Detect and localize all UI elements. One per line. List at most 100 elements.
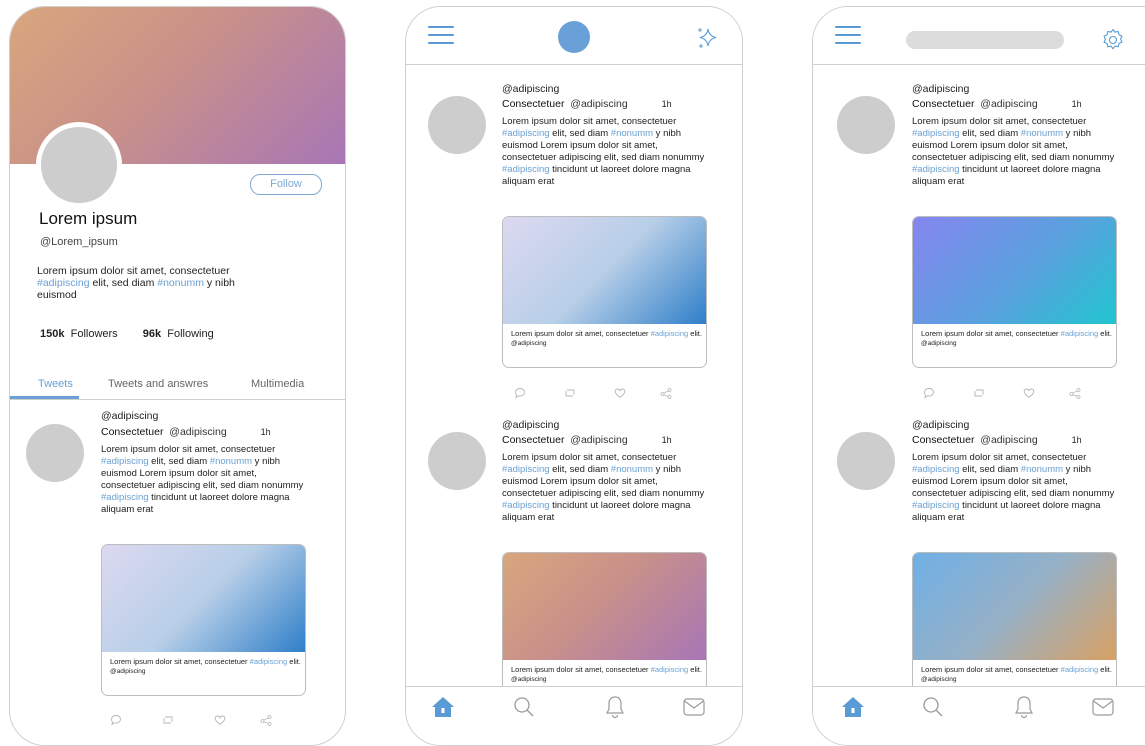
home-icon[interactable] [841, 695, 865, 724]
tweet-meta: Consectetuer @adipiscing 1h [502, 434, 672, 446]
search-icon[interactable] [921, 695, 945, 724]
search-icon[interactable] [512, 695, 536, 724]
tweet-avatar[interactable] [428, 432, 486, 490]
tweet-body: Lorem ipsum dolor sit amet, consectetuer… [912, 452, 1124, 524]
tweet-avatar[interactable] [837, 432, 895, 490]
tweet-body: Lorem ipsum dolor sit amet, consectetuer… [502, 452, 714, 524]
hashtag-link[interactable]: #adipiscing [912, 164, 960, 175]
tweet-media-card[interactable]: Lorem ipsum dolor sit amet, consectetuer… [101, 544, 306, 696]
tweet-top-handle: @adipiscing [101, 410, 159, 422]
tweet-text: Lorem ipsum dolor sit amet, consectetuer [912, 452, 1087, 463]
tweet-media-card[interactable]: Lorem ipsum dolor sit amet, consectetuer… [502, 216, 707, 368]
sparkle-icon[interactable] [694, 25, 720, 56]
followers-stat[interactable]: 150k Followers [40, 328, 118, 340]
hashtag-link[interactable]: #adipiscing [651, 665, 689, 674]
tweet-author-name[interactable]: Consectetuer [912, 434, 974, 446]
share-icon[interactable] [260, 713, 272, 731]
tweet-avatar[interactable] [428, 96, 486, 154]
hashtag-link[interactable]: #nonumm [157, 277, 204, 289]
bell-icon[interactable] [1012, 695, 1036, 724]
tweet-media-card[interactable]: Lorem ipsum dolor sit amet, consectetuer… [502, 552, 707, 704]
mail-icon[interactable] [682, 695, 706, 724]
tweet-text: Lorem ipsum dolor sit amet, consectetuer [101, 444, 276, 455]
tweet-text: elit, sed diam [549, 128, 611, 139]
like-icon[interactable] [614, 386, 626, 404]
tweet-time: 1h [260, 427, 271, 437]
tweet-time: 1h [1071, 99, 1082, 109]
share-icon[interactable] [1069, 386, 1081, 404]
tab-multimedia[interactable]: Multimedia [251, 378, 304, 390]
tweet-avatar[interactable] [837, 96, 895, 154]
tweet-text: Lorem ipsum dolor sit amet, consectetuer [502, 452, 677, 463]
reply-icon[interactable] [514, 386, 526, 404]
profile-stats: 150k Followers 96k Following [40, 328, 236, 340]
timeline-screen: @adipiscing Consectetuer @adipiscing 1h L… [405, 6, 743, 746]
hashtag-link[interactable]: #adipiscing [250, 657, 288, 666]
hashtag-link[interactable]: #nonumm [210, 456, 252, 467]
hashtag-link[interactable]: #adipiscing [37, 277, 90, 289]
retweet-icon[interactable] [973, 386, 985, 404]
hashtag-link[interactable]: #adipiscing [502, 464, 550, 475]
tweet-actions [514, 386, 684, 400]
mail-icon[interactable] [1091, 695, 1115, 724]
tweet-avatar[interactable] [26, 424, 84, 482]
hashtag-link[interactable]: #adipiscing [502, 128, 550, 139]
like-icon[interactable] [1023, 386, 1035, 404]
follow-button[interactable]: Follow [250, 174, 322, 195]
app-logo[interactable] [558, 21, 590, 53]
gear-icon[interactable] [1100, 27, 1126, 58]
reply-icon[interactable] [923, 386, 935, 404]
tweet-author-handle[interactable]: @adipiscing [980, 434, 1037, 446]
timeline-search-screen: @adipiscing Consectetuer @adipiscing 1h L… [812, 6, 1145, 746]
tweet-body: Lorem ipsum dolor sit amet, consectetuer… [912, 116, 1124, 188]
tweet-media-card[interactable]: Lorem ipsum dolor sit amet, consectetuer… [912, 552, 1117, 704]
tweet-author-handle[interactable]: @adipiscing [570, 434, 627, 446]
hashtag-link[interactable]: #nonumm [611, 128, 653, 139]
hashtag-link[interactable]: #nonumm [1021, 128, 1063, 139]
tweet-media-card[interactable]: Lorem ipsum dolor sit amet, consectetuer… [912, 216, 1117, 368]
following-stat[interactable]: 96k Following [143, 328, 214, 340]
card-text: elit. [1098, 329, 1112, 338]
hamburger-icon[interactable] [835, 26, 861, 46]
tweet-top-handle: @adipiscing [502, 419, 560, 431]
bell-icon[interactable] [603, 695, 627, 724]
tweet-top-handle: @adipiscing [912, 83, 970, 95]
card-caption: Lorem ipsum dolor sit amet, consectetuer… [511, 665, 703, 684]
hamburger-icon[interactable] [428, 26, 454, 46]
reply-icon[interactable] [110, 713, 122, 731]
hashtag-link[interactable]: #adipiscing [502, 164, 550, 175]
hashtag-link[interactable]: #adipiscing [912, 500, 960, 511]
tweet-text: Lorem ipsum dolor sit amet, consectetuer [912, 116, 1087, 127]
hashtag-link[interactable]: #adipiscing [101, 456, 149, 467]
hashtag-link[interactable]: #adipiscing [101, 492, 149, 503]
tab-tweets[interactable]: Tweets [38, 378, 73, 390]
hashtag-link[interactable]: #adipiscing [912, 128, 960, 139]
following-label: Following [167, 328, 214, 340]
hashtag-link[interactable]: #nonumm [1021, 464, 1063, 475]
hashtag-link[interactable]: #adipiscing [1061, 665, 1099, 674]
tweet-author-handle[interactable]: @adipiscing [570, 98, 627, 110]
tweet-author-name[interactable]: Consectetuer [502, 98, 564, 110]
retweet-icon[interactable] [162, 713, 174, 731]
home-icon[interactable] [431, 695, 455, 724]
tweet-author-name[interactable]: Consectetuer [912, 98, 974, 110]
tab-tweets-and-answers[interactable]: Tweets and answres [108, 378, 208, 390]
hashtag-link[interactable]: #nonumm [611, 464, 653, 475]
search-input[interactable] [906, 31, 1064, 49]
hashtag-link[interactable]: #adipiscing [1061, 329, 1099, 338]
hashtag-link[interactable]: #adipiscing [651, 329, 689, 338]
profile-avatar[interactable] [36, 122, 122, 208]
bottom-nav [406, 686, 742, 745]
tweet-author-name[interactable]: Consectetuer [502, 434, 564, 446]
hashtag-link[interactable]: #adipiscing [912, 464, 960, 475]
share-icon[interactable] [660, 386, 672, 404]
bottom-nav [813, 686, 1145, 745]
tweet-author-handle[interactable]: @adipiscing [980, 98, 1037, 110]
like-icon[interactable] [214, 713, 226, 731]
hashtag-link[interactable]: #adipiscing [502, 500, 550, 511]
tweet-meta: Consectetuer @adipiscing 1h [101, 426, 271, 438]
retweet-icon[interactable] [564, 386, 576, 404]
tweet-author-handle[interactable]: @adipiscing [169, 426, 226, 438]
tweet-author-name[interactable]: Consectetuer [101, 426, 163, 438]
top-bar [406, 7, 742, 65]
